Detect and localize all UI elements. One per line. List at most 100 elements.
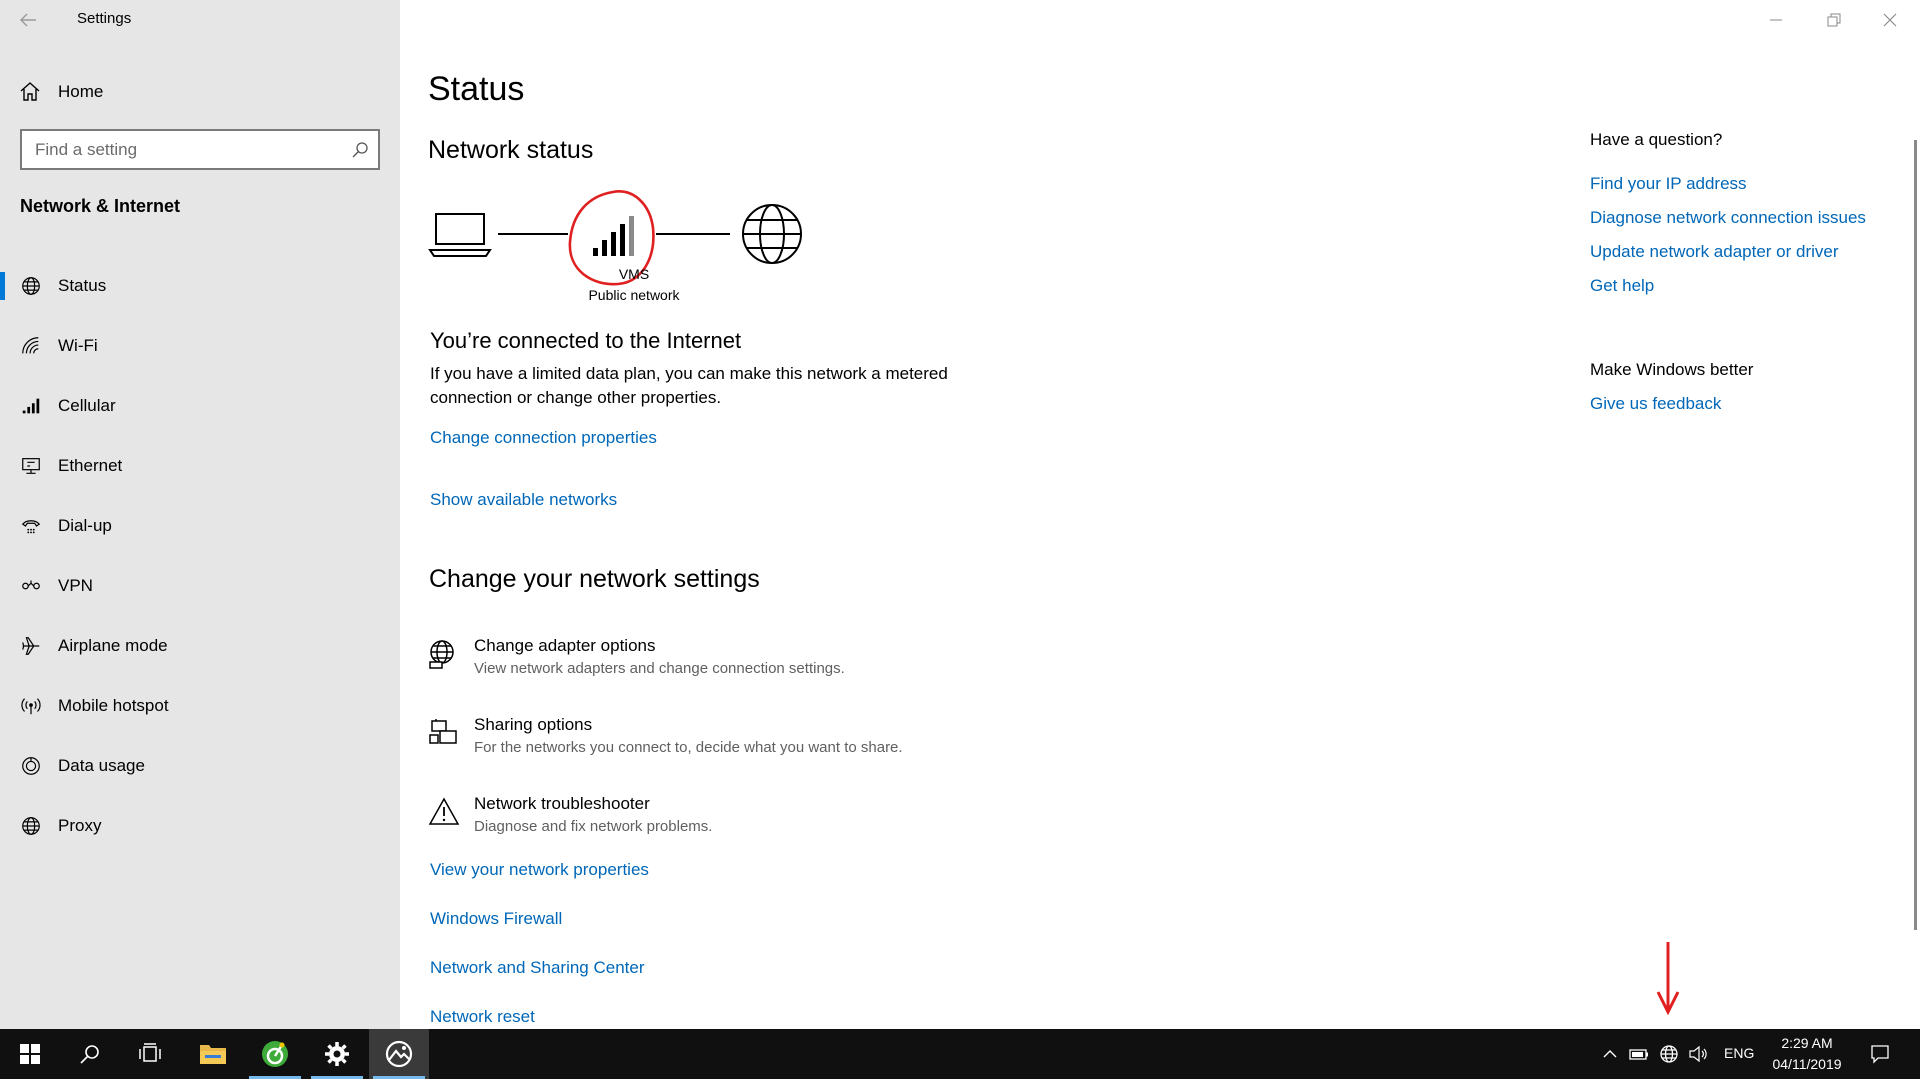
sidebar-item-cellular[interactable]: Cellular bbox=[0, 376, 400, 436]
find-ip-link[interactable]: Find your IP address bbox=[1590, 174, 1747, 194]
change-adapter-options[interactable]: Change adapter options View network adap… bbox=[428, 636, 845, 677]
start-icon bbox=[20, 1044, 40, 1064]
view-network-properties-link[interactable]: View your network properties bbox=[430, 860, 649, 880]
sidebar-item-ethernet[interactable]: Ethernet bbox=[0, 436, 400, 496]
input-language[interactable]: ENG bbox=[1724, 1045, 1754, 1061]
sidebar-item-label: Data usage bbox=[58, 756, 145, 775]
signal-bars-icon bbox=[593, 216, 634, 256]
sidebar-item-hotspot[interactable]: Mobile hotspot bbox=[0, 676, 400, 736]
back-button[interactable] bbox=[16, 8, 40, 32]
network-sharing-center-link[interactable]: Network and Sharing Center bbox=[430, 958, 645, 978]
sidebar-item-label: Airplane mode bbox=[58, 636, 168, 655]
settings-gear-icon bbox=[325, 1042, 349, 1066]
network-troubleshooter[interactable]: Network troubleshooter Diagnose and fix … bbox=[428, 794, 712, 835]
globe-icon bbox=[22, 817, 40, 835]
clock[interactable]: 2:29 AM 04/11/2019 bbox=[1762, 1033, 1852, 1075]
battery-tray-button[interactable] bbox=[1627, 1042, 1651, 1066]
update-adapter-link[interactable]: Update network adapter or driver bbox=[1590, 242, 1839, 262]
minimize-button[interactable] bbox=[1748, 0, 1804, 40]
file-explorer-icon bbox=[200, 1045, 226, 1064]
find-setting-box[interactable] bbox=[20, 129, 380, 170]
action-center-button[interactable] bbox=[1868, 1042, 1892, 1066]
home-label: Home bbox=[58, 82, 104, 101]
laptop-icon bbox=[428, 213, 492, 257]
find-setting-input[interactable] bbox=[22, 131, 332, 168]
show-hidden-icons-button[interactable] bbox=[1598, 1042, 1622, 1066]
close-button[interactable] bbox=[1862, 0, 1918, 40]
network-reset-link[interactable]: Network reset bbox=[430, 1007, 535, 1027]
network-name: VMS bbox=[618, 266, 650, 282]
wifi-icon bbox=[22, 337, 39, 354]
sidebar-item-label: Wi-Fi bbox=[58, 336, 98, 355]
diagnose-connection-link[interactable]: Diagnose network connection issues bbox=[1590, 208, 1866, 228]
sidebar-item-dialup[interactable]: Dial-up bbox=[0, 496, 400, 556]
volume-icon bbox=[1689, 1045, 1707, 1063]
change-settings-heading: Change your network settings bbox=[429, 565, 760, 593]
page-title: Status bbox=[428, 70, 525, 108]
option-title: Sharing options bbox=[474, 715, 593, 734]
option-title: Network troubleshooter bbox=[474, 794, 650, 813]
sidebar-item-label: Status bbox=[58, 276, 107, 295]
sidebar: Settings Home Network & Internet Status bbox=[0, 0, 400, 1029]
taskbar-search-button[interactable] bbox=[60, 1029, 120, 1079]
task-view-button[interactable] bbox=[120, 1029, 180, 1079]
sidebar-item-label: Dial-up bbox=[58, 516, 112, 535]
search-icon[interactable] bbox=[351, 141, 369, 159]
sidebar-item-label: Cellular bbox=[58, 396, 116, 415]
file-explorer-button[interactable] bbox=[183, 1029, 243, 1079]
photos-app-button[interactable] bbox=[369, 1029, 429, 1079]
get-help-link[interactable]: Get help bbox=[1590, 276, 1654, 296]
globe-icon bbox=[22, 277, 40, 295]
make-windows-better-heading: Make Windows better bbox=[1590, 360, 1754, 379]
sidebar-item-label: Mobile hotspot bbox=[58, 696, 169, 715]
app-title: Settings bbox=[77, 10, 132, 27]
give-feedback-link[interactable]: Give us feedback bbox=[1590, 394, 1721, 414]
sidebar-item-airplane[interactable]: Airplane mode bbox=[0, 616, 400, 676]
app-green-icon bbox=[262, 1041, 288, 1067]
network-type: Public network bbox=[588, 287, 680, 303]
scrollbar[interactable] bbox=[1914, 140, 1917, 930]
vpn-icon bbox=[22, 580, 40, 590]
network-globe-icon bbox=[1660, 1045, 1678, 1063]
sidebar-item-data-usage[interactable]: Data usage bbox=[0, 736, 400, 796]
connected-heading: You’re connected to the Internet bbox=[430, 328, 742, 353]
show-available-networks-link[interactable]: Show available networks bbox=[430, 490, 617, 510]
clock-time: 2:29 AM bbox=[1781, 1035, 1833, 1051]
sidebar-item-status[interactable]: Status bbox=[0, 256, 400, 316]
minimize-icon bbox=[1770, 19, 1782, 21]
photos-app-icon bbox=[385, 1040, 413, 1068]
data-usage-icon bbox=[22, 757, 40, 775]
restore-icon bbox=[1827, 13, 1841, 27]
option-title: Change adapter options bbox=[474, 636, 656, 655]
option-subtitle: View network adapters and change connect… bbox=[474, 660, 845, 677]
start-button[interactable] bbox=[0, 1029, 60, 1079]
sidebar-item-label: Ethernet bbox=[58, 456, 123, 475]
option-subtitle: Diagnose and fix network problems. bbox=[474, 818, 713, 835]
ethernet-icon bbox=[22, 458, 40, 474]
section-title: Network & Internet bbox=[20, 196, 181, 216]
option-subtitle: For the networks you connect to, decide … bbox=[474, 739, 903, 756]
sidebar-item-wifi[interactable]: Wi-Fi bbox=[0, 316, 400, 376]
green-app-button[interactable] bbox=[245, 1029, 305, 1079]
home-icon bbox=[20, 82, 40, 101]
close-icon bbox=[1883, 13, 1897, 27]
sharing-icon bbox=[429, 719, 457, 744]
restore-button[interactable] bbox=[1806, 0, 1862, 40]
sidebar-item-vpn[interactable]: VPN bbox=[0, 556, 400, 616]
battery-icon bbox=[1629, 1049, 1648, 1060]
network-status-heading: Network status bbox=[428, 136, 594, 164]
sidebar-item-proxy[interactable]: Proxy bbox=[0, 796, 400, 856]
search-icon bbox=[80, 1045, 99, 1064]
settings-app-button[interactable] bbox=[307, 1029, 367, 1079]
sharing-options[interactable]: Sharing options For the networks you con… bbox=[428, 715, 903, 756]
change-connection-properties-link[interactable]: Change connection properties bbox=[430, 428, 657, 448]
back-arrow-icon bbox=[20, 13, 36, 27]
windows-firewall-link[interactable]: Windows Firewall bbox=[430, 909, 562, 929]
adapter-icon bbox=[429, 640, 454, 669]
volume-tray-button[interactable] bbox=[1686, 1042, 1710, 1066]
cellular-icon bbox=[22, 398, 40, 414]
network-tray-button[interactable] bbox=[1657, 1042, 1681, 1066]
home-nav-item[interactable]: Home bbox=[18, 78, 103, 106]
chevron-up-icon bbox=[1603, 1050, 1617, 1058]
sidebar-item-label: VPN bbox=[58, 576, 93, 595]
